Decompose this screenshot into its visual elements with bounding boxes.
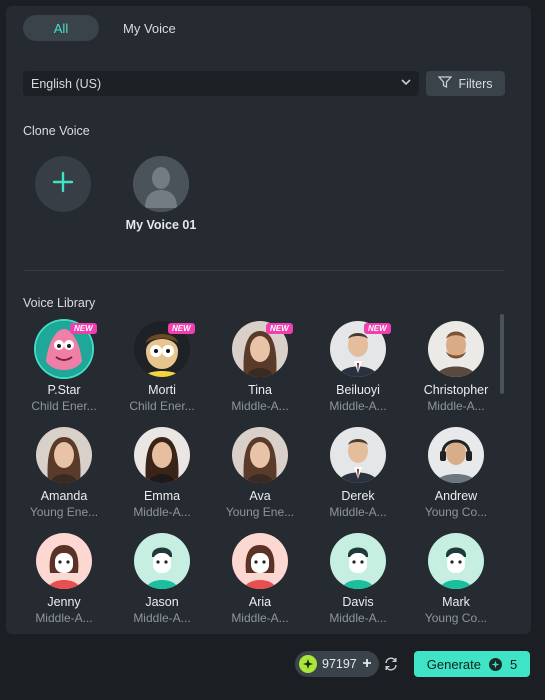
- voice-name: Christopher: [423, 383, 489, 397]
- voice-item-mark[interactable]: Mark Young Co...: [409, 533, 503, 625]
- avatar: [428, 533, 484, 589]
- avatar: [36, 533, 92, 589]
- voice-description: Young Ene...: [225, 505, 295, 519]
- voice-item-p-star[interactable]: NEW P.Star Child Ener...: [17, 321, 111, 413]
- voice-item-andrew[interactable]: Andrew Young Co...: [409, 427, 503, 519]
- voice-name: Aria: [248, 595, 272, 609]
- avatar: [428, 321, 484, 377]
- voice-description: Middle-A...: [427, 399, 485, 413]
- language-select[interactable]: English (US): [23, 71, 419, 96]
- refresh-icon[interactable]: [383, 656, 399, 672]
- voice-name: Davis: [342, 595, 374, 609]
- language-select-value: English (US): [31, 76, 102, 91]
- voice-description: Young Ene...: [29, 505, 99, 519]
- clone-voice-name: My Voice 01: [125, 218, 197, 232]
- generate-button[interactable]: Generate 5: [414, 651, 530, 677]
- voice-name: Jenny: [47, 595, 81, 609]
- filter-icon: [438, 75, 453, 92]
- chevron-down-icon: [401, 78, 411, 89]
- generate-cost: 5: [509, 656, 518, 672]
- tab-my-voice[interactable]: My Voice: [105, 15, 194, 41]
- voice-item-jenny[interactable]: Jenny Middle-A...: [17, 533, 111, 625]
- voice-item-beiluoyi[interactable]: NEW Beiluoyi Middle-A...: [311, 321, 405, 413]
- avatar: [232, 533, 288, 589]
- voice-item-tina[interactable]: NEW Tina Middle-A...: [213, 321, 307, 413]
- plus-icon: [362, 657, 372, 671]
- credits-count: 97197: [322, 657, 357, 671]
- voice-name: Jason: [145, 595, 179, 609]
- voice-name: Beiluoyi: [336, 383, 380, 397]
- new-badge: NEW: [70, 323, 97, 334]
- avatar: [330, 533, 386, 589]
- voice-name: Mark: [442, 595, 470, 609]
- voice-description: Child Ener...: [31, 399, 97, 413]
- voice-name: Emma: [143, 489, 181, 503]
- voice-item-ava[interactable]: Ava Young Ene...: [213, 427, 307, 519]
- voice-name: Derek: [341, 489, 375, 503]
- voice-item-amanda[interactable]: Amanda Young Ene...: [17, 427, 111, 519]
- voice-item-derek[interactable]: Derek Middle-A...: [311, 427, 405, 519]
- voice-name: Morti: [148, 383, 176, 397]
- voice-description: Young Co...: [424, 505, 488, 519]
- avatar: [134, 533, 190, 589]
- voice-tabs: All My Voice: [23, 15, 194, 41]
- avatar: [330, 427, 386, 483]
- voice-item-aria[interactable]: Aria Middle-A...: [213, 533, 307, 625]
- voice-description: Young Co...: [424, 611, 488, 625]
- credit-coin-icon: [299, 655, 317, 673]
- divider: [23, 270, 505, 271]
- avatar: [36, 427, 92, 483]
- generate-label: Generate: [426, 656, 481, 672]
- voice-description: Middle-A...: [231, 611, 289, 625]
- voice-description: Middle-A...: [329, 399, 387, 413]
- new-badge: NEW: [266, 323, 293, 334]
- add-voice-button[interactable]: [35, 156, 91, 212]
- voice-name: Tina: [248, 383, 272, 397]
- voice-name: Amanda: [40, 489, 88, 503]
- credit-coin-icon: [488, 657, 502, 671]
- voice-description: Middle-A...: [231, 399, 289, 413]
- tab-all[interactable]: All: [23, 15, 99, 41]
- voice-item-morti[interactable]: NEW Morti Child Ener...: [115, 321, 209, 413]
- voice-description: Middle-A...: [35, 611, 93, 625]
- voice-description: Middle-A...: [329, 505, 387, 519]
- voice-item-jason[interactable]: Jason Middle-A...: [115, 533, 209, 625]
- voice-item-davis[interactable]: Davis Middle-A...: [311, 533, 405, 625]
- voice-library-title: Voice Library: [23, 296, 96, 310]
- avatar: [428, 427, 484, 483]
- avatar: [134, 427, 190, 483]
- voice-description: Middle-A...: [329, 611, 387, 625]
- voice-name: Andrew: [434, 489, 478, 503]
- voice-name: P.Star: [47, 383, 81, 397]
- credits-button[interactable]: 97197: [295, 651, 379, 677]
- new-badge: NEW: [168, 323, 195, 334]
- new-badge: NEW: [364, 323, 391, 334]
- voice-item-emma[interactable]: Emma Middle-A...: [115, 427, 209, 519]
- voice-description: Middle-A...: [133, 611, 191, 625]
- clone-voice-title: Clone Voice: [23, 124, 90, 138]
- voice-description: Middle-A...: [133, 505, 191, 519]
- clone-voice-item[interactable]: My Voice 01: [116, 156, 206, 232]
- voice-item-christopher[interactable]: Christopher Middle-A...: [409, 321, 503, 413]
- voice-name: Ava: [249, 489, 271, 503]
- filters-button[interactable]: Filters: [426, 71, 505, 96]
- avatar: [232, 427, 288, 483]
- default-avatar-icon: [133, 156, 189, 212]
- voice-description: Child Ener...: [129, 399, 195, 413]
- filters-label: Filters: [458, 76, 493, 91]
- voice-library-grid: NEW P.Star Child Ener... NEW Morti Child Ener…: [0, 315, 525, 628]
- plus-icon: [52, 171, 74, 198]
